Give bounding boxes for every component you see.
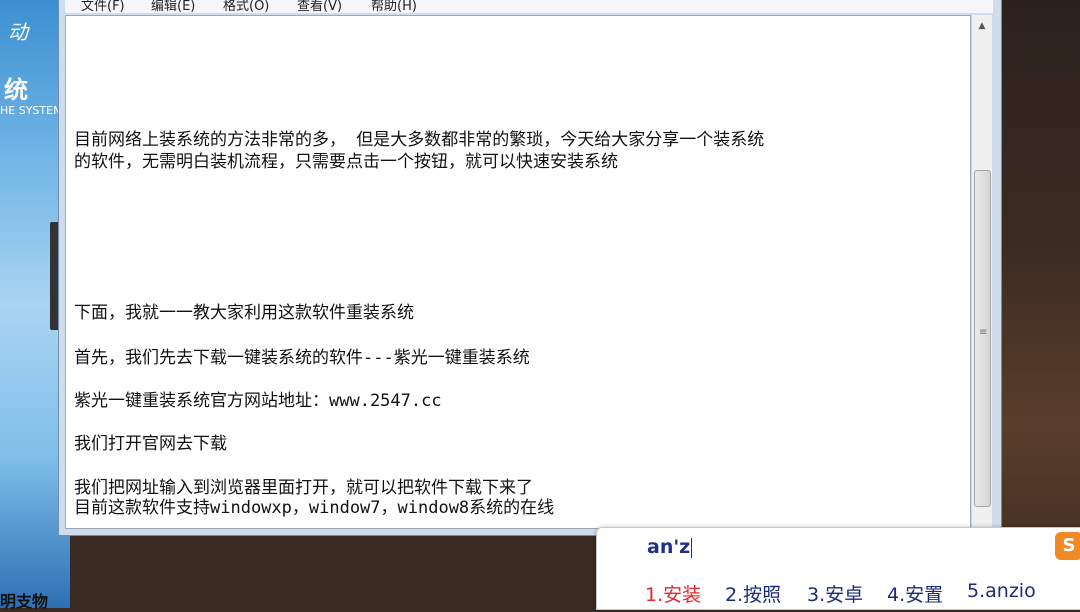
menu-file[interactable]: 文件(F) xyxy=(81,0,125,14)
ime-candidate-4[interactable]: 4.安置 xyxy=(887,580,943,607)
desktop-logo-text: 动 xyxy=(8,20,28,44)
menu-edit[interactable]: 编辑(E) xyxy=(151,0,195,14)
text-line: 的软件，无需明白装机流程，只需要点击一个按钮，就可以快速安装系统 xyxy=(74,152,618,172)
menu-view[interactable]: 查看(V) xyxy=(297,0,342,14)
desktop-brand-text: 统 xyxy=(4,76,28,104)
text-line: 紫光一键重装系统官方网站地址：www.2547.cc xyxy=(74,391,442,411)
menu-format[interactable]: 格式(O) xyxy=(223,0,269,14)
desktop-right-background xyxy=(1000,0,1080,608)
menu-help[interactable]: 帮助(H) xyxy=(371,0,417,14)
notepad-window: 文件(F) 编辑(E) 格式(O) 查看(V) 帮助(H) 目前网络上装系统的方… xyxy=(58,0,1002,536)
scroll-up-arrow-icon[interactable]: ▲ xyxy=(972,17,992,35)
text-editor-area[interactable]: 目前网络上装系统的方法非常的多， 但是大多数都非常的繁琐，今天给大家分享一个装系… xyxy=(65,15,971,529)
ime-candidate-3[interactable]: 3.安卓 xyxy=(807,580,863,607)
ime-composition-text: an'z xyxy=(647,536,691,558)
desktop-subtitle: HE SYSTEM xyxy=(0,104,63,117)
ime-caret xyxy=(691,537,693,558)
scroll-thumb[interactable]: ≡ xyxy=(974,170,991,507)
text-line: 目前网络上装系统的方法非常的多， 但是大多数都非常的繁琐，今天给大家分享一个装系… xyxy=(74,130,765,150)
desktop-bottom-text: 明支物 xyxy=(0,592,49,611)
text-line: 目前这款软件支持windowxp，window7，window8系统的在线 xyxy=(74,498,555,518)
text-line: 首先，我们先去下载一键装系统的软件---紫光一键重装系统 xyxy=(74,348,530,368)
ime-candidate-1[interactable]: 1.安装 xyxy=(645,580,701,607)
ime-candidate-5[interactable]: 5.anzio xyxy=(967,580,1036,602)
ime-candidate-window: an'z S 1.安装 2.按照 3.安卓 4.安置 5.anzio xyxy=(596,527,1080,610)
ime-candidate-2[interactable]: 2.按照 xyxy=(725,580,781,607)
text-line: 我们打开官网去下载 xyxy=(74,434,227,454)
grip-icon: ≡ xyxy=(979,327,988,338)
sogou-logo-icon[interactable]: S xyxy=(1055,532,1080,560)
ime-composition: an'z xyxy=(647,536,693,558)
vertical-scrollbar[interactable]: ▲ ≡ xyxy=(971,15,992,527)
text-line: 下面，我就一一教大家利用这款软件重装系统 xyxy=(74,303,414,323)
menu-bar: 文件(F) 编辑(E) 格式(O) 查看(V) 帮助(H) xyxy=(65,0,993,14)
text-line: 我们把网址输入到浏览器里面打开，就可以把软件下载下来了 xyxy=(74,478,533,498)
